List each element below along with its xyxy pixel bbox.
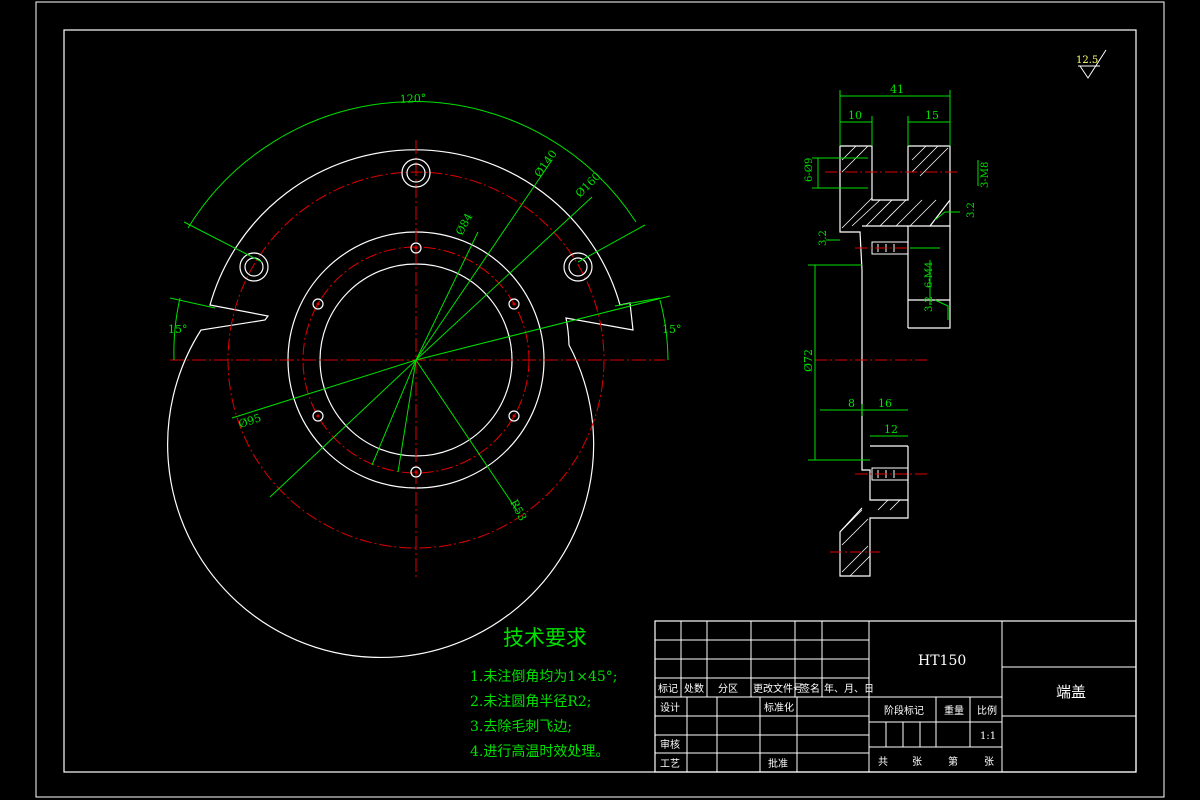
dim-d95: Ø95 <box>237 411 263 430</box>
part-name: 端盖 <box>1056 683 1086 701</box>
label-review: 审核 <box>660 738 680 751</box>
roughness-side-b: 3.2 <box>818 230 829 246</box>
side-dimension-lines <box>808 90 979 461</box>
dim-d84: Ø84 <box>453 211 475 237</box>
side-upper-outline <box>839 145 951 360</box>
header-date: 年、月、日 <box>824 682 874 695</box>
tech-item: 1.未注倒角均为1×45°; <box>470 669 618 685</box>
tech-title: 技术要求 <box>503 626 587 650</box>
roughness-value: 12.5 <box>1076 55 1098 66</box>
tech-item: 3.去除毛刺飞边; <box>470 719 572 735</box>
label-sheets-b: 张 <box>984 756 994 768</box>
dim-d72: Ø72 <box>802 349 815 372</box>
dim-r53: R53 <box>507 497 529 523</box>
side-center-lines <box>815 171 960 553</box>
header-change-doc: 更改文件号 <box>753 682 803 695</box>
label-standardize: 标准化 <box>764 701 794 714</box>
header-sign: 签名 <box>800 682 820 695</box>
roughness-side-a: 3.2 <box>966 202 977 218</box>
tech-requirements: 技术要求 1.未注倒角均为1×45°; 2.未注圆角半径R2; 3.去除毛刺飞边… <box>470 626 618 760</box>
side-hatching <box>841 145 949 577</box>
dim-10: 10 <box>848 109 862 122</box>
dim-12: 12 <box>884 423 898 436</box>
roughness-side-c: 3.2 <box>924 296 935 312</box>
header-count: 处数 <box>684 682 704 695</box>
front-outer-contour <box>167 149 634 659</box>
tech-item: 4.进行高温时效处理。 <box>470 743 609 760</box>
label-approve: 批准 <box>768 757 788 770</box>
dim-6m4: 6-M4 <box>924 262 935 288</box>
label-sheets-a: 张 <box>912 756 922 768</box>
header-mark: 标记 <box>658 683 678 695</box>
label-stage-mark: 阶段标记 <box>884 704 924 717</box>
dim-d160: Ø160 <box>573 170 603 200</box>
dim-8: 8 <box>848 397 855 410</box>
dim-6d9: 6-Ø9 <box>804 158 815 182</box>
tech-item: 2.未注圆角半径R2; <box>470 694 592 710</box>
angle-120: 120° <box>399 92 426 106</box>
label-design: 设计 <box>660 701 680 714</box>
label-weight: 重量 <box>944 704 964 717</box>
inner-frame <box>63 29 1137 773</box>
header-zone: 分区 <box>718 683 738 695</box>
title-block-text: 标记 处数 分区 更改文件号 签名 年、月、日 设计 标准化 审核 工艺 批准 … <box>658 653 1086 770</box>
dim-41: 41 <box>890 83 904 96</box>
side-threaded-hole <box>871 241 909 481</box>
cad-drawing: 12.5 120° 15° 15° Ø140 Ø160 Ø84 Ø95 R53 … <box>35 1 1165 798</box>
dim-d140: Ø140 <box>532 148 560 180</box>
dim-15: 15 <box>925 109 939 122</box>
dim-3m8: 3-M8 <box>980 162 991 188</box>
angle-15-right: 15° <box>662 323 682 336</box>
scale-value: 1:1 <box>980 731 996 742</box>
label-page: 第 <box>948 755 958 768</box>
label-process: 工艺 <box>660 758 680 770</box>
angle-15-left: 15° <box>168 323 188 336</box>
label-total: 共 <box>878 756 888 768</box>
material: HT150 <box>918 653 966 669</box>
label-scale: 比例 <box>977 704 997 717</box>
side-view: 41 10 15 6-Ø9 3-M8 3.2 3.2 6-M4 3.2 Ø72 … <box>802 83 991 577</box>
front-view: 120° 15° 15° Ø140 Ø160 Ø84 Ø95 R53 <box>167 92 682 659</box>
dim-16: 16 <box>878 397 892 410</box>
front-dimension-lines <box>169 101 671 513</box>
